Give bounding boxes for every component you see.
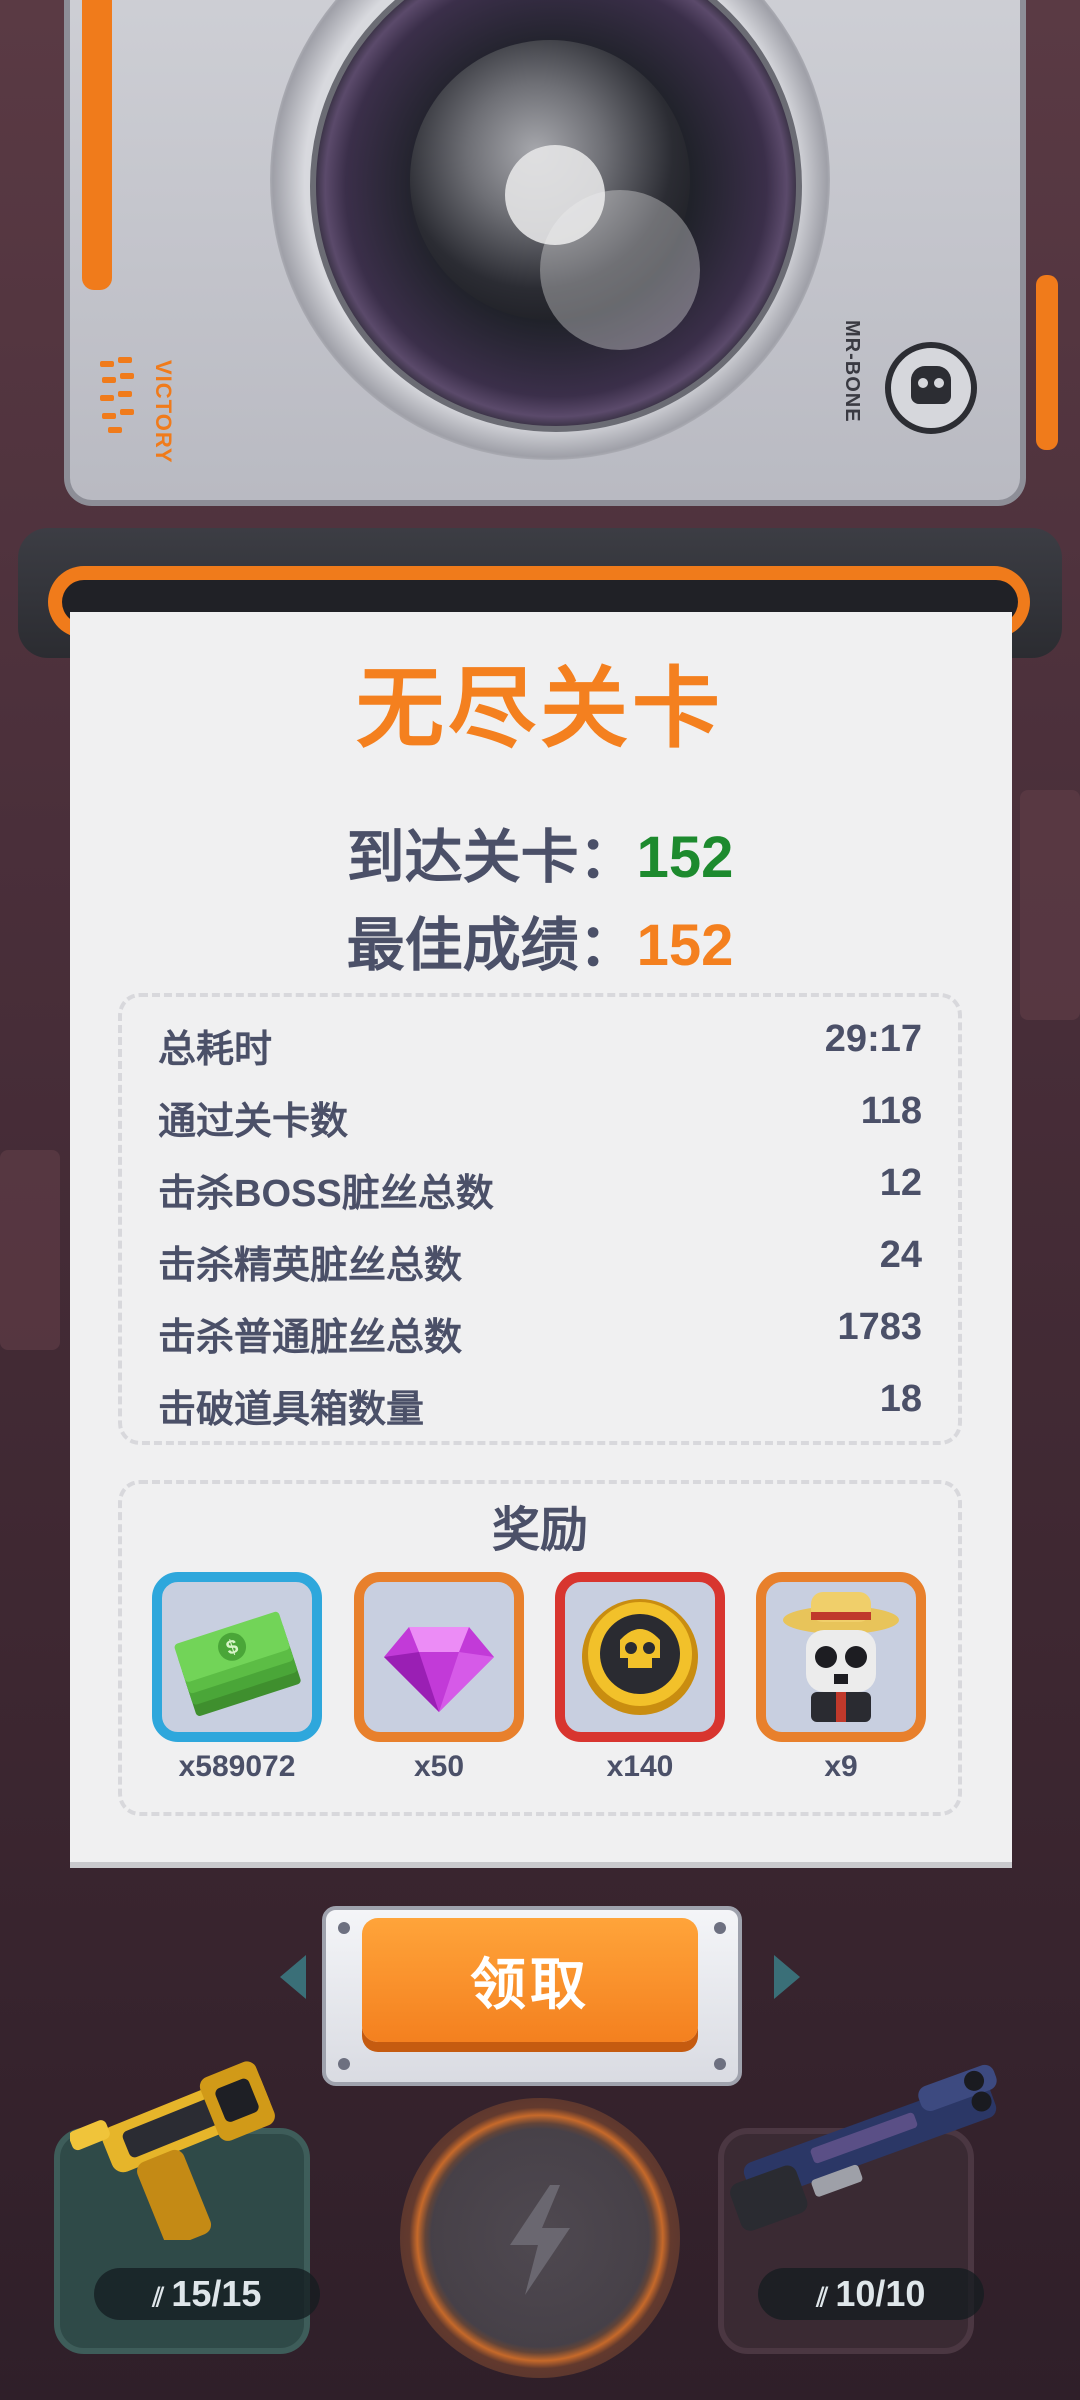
skeleton-straw-hat-character-icon [783, 1592, 899, 1722]
stat-row-normal-kills: 击杀普通脏丝总数 1783 [158, 1298, 922, 1359]
best-score-value: 152 [636, 913, 734, 978]
reward-cash-quantity: x589072 [178, 1750, 296, 1783]
background-block [0, 1150, 60, 1350]
stat-label: 击杀精英脏丝总数 [158, 1245, 463, 1287]
golden-pistol-icon [70, 2061, 275, 2240]
claim-button[interactable]: 领取 [362, 1918, 698, 2042]
weapon-right-ammo: ⫽ 10/10 [758, 2268, 984, 2320]
purple-gem-icon [384, 1627, 494, 1712]
shotgun-icon [730, 2064, 997, 2231]
stat-row-total-time: 总耗时 29:17 [158, 1010, 922, 1071]
reached-level-label: 到达关卡： [346, 825, 637, 890]
camera-orange-strip [82, 0, 112, 290]
stat-value: 118 [860, 1090, 922, 1132]
reward-cash[interactable]: $ [152, 1572, 322, 1742]
reward-skull-coin-quantity: x140 [606, 1750, 674, 1783]
reward-gem-quantity: x50 [413, 1750, 465, 1783]
camera-orange-strip [1036, 275, 1058, 450]
lens-highlight [540, 190, 700, 350]
arrow-left-icon [280, 1955, 306, 1999]
ammo-icon: ⫽ [152, 2282, 172, 2312]
reward-character-quantity: x9 [824, 1750, 858, 1783]
skull-badge-icon [885, 342, 977, 434]
reward-character[interactable] [756, 1572, 926, 1742]
rewards-title: 奖励 [491, 1504, 588, 1557]
best-score-label: 最佳成绩： [346, 913, 637, 978]
page-title: 无尽关卡 [355, 659, 724, 758]
stat-label: 击破道具箱数量 [158, 1389, 425, 1431]
stat-row-boss-kills: 击杀BOSS脏丝总数 12 [158, 1154, 922, 1215]
stat-value: 18 [879, 1378, 922, 1420]
stat-value: 29:17 [824, 1018, 922, 1060]
ammo-icon: ⫽ [816, 2282, 836, 2312]
weapon-left-ammo-count: 15/15 [171, 2273, 262, 2314]
gold-skull-coin-icon [582, 1599, 698, 1715]
victory-logo-icon [100, 357, 134, 433]
stat-row-boxes-broken: 击破道具箱数量 18 [158, 1370, 922, 1431]
stat-value: 12 [879, 1162, 922, 1204]
arrow-right-icon [774, 1955, 800, 1999]
camera-brand-text: MR-BONE [841, 320, 863, 423]
stat-label: 击杀普通脏丝总数 [158, 1317, 463, 1359]
stat-row-levels-passed: 通过关卡数 118 [158, 1082, 922, 1143]
stat-label: 总耗时 [158, 1029, 273, 1071]
camera-victory-text: VICTORY [151, 360, 176, 464]
cash-stack-icon: $ [174, 1611, 301, 1716]
best-score-row: 最佳成绩：152 [0, 898, 1080, 982]
stat-label: 击杀BOSS脏丝总数 [158, 1173, 494, 1215]
stat-label: 通过关卡数 [158, 1101, 349, 1143]
weapon-left-ammo: ⫽ 15/15 [94, 2268, 320, 2320]
reached-level-row: 到达关卡：152 [0, 810, 1080, 894]
lightning-bolt-icon [510, 2185, 570, 2295]
stat-value: 1783 [837, 1306, 922, 1348]
reward-skull-coin[interactable] [555, 1572, 725, 1742]
stat-row-elite-kills: 击杀精英脏丝总数 24 [158, 1226, 922, 1287]
weapon-right-ammo-count: 10/10 [835, 2273, 926, 2314]
reached-level-value: 152 [636, 825, 734, 890]
stat-value: 24 [879, 1234, 922, 1276]
reward-gem[interactable] [354, 1572, 524, 1742]
